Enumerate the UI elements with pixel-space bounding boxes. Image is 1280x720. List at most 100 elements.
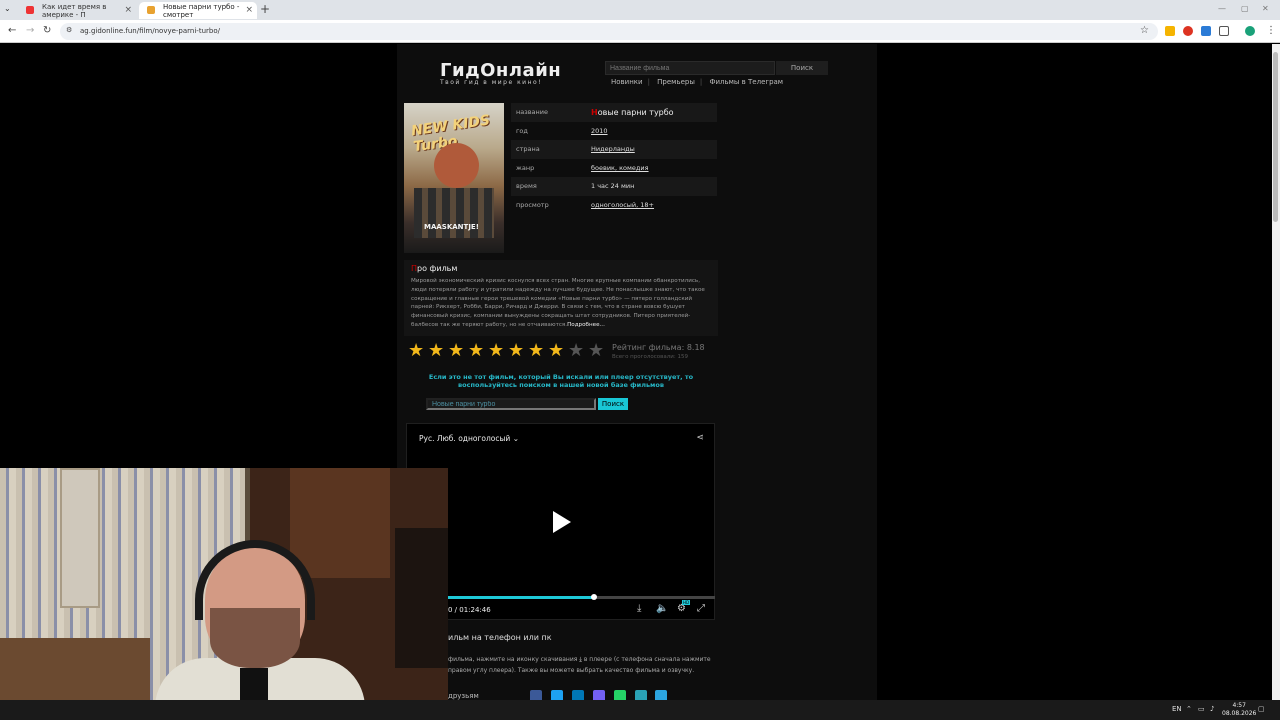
- tray-chevron-icon[interactable]: ⌃: [1186, 705, 1192, 713]
- minimize-icon[interactable]: —: [1218, 4, 1226, 13]
- extension-icon[interactable]: [1201, 26, 1211, 36]
- nav-new[interactable]: Новинки: [611, 78, 643, 86]
- star-icon[interactable]: ★: [588, 342, 608, 360]
- about-text: Мировой экономический кризис коснулся вс…: [411, 278, 705, 328]
- tab-label: Как идет время в америке - П: [42, 2, 107, 19]
- close-window-icon[interactable]: ✕: [1262, 4, 1269, 13]
- info-key: название: [516, 108, 548, 117]
- logo-text: ГидОнлайн: [440, 60, 562, 81]
- rating-stars[interactable]: ★ ★ ★ ★ ★ ★ ★ ★ ★ ★: [408, 342, 608, 360]
- about-heading: Про фильм: [411, 264, 458, 273]
- extensions-puzzle-icon[interactable]: [1219, 26, 1229, 36]
- progress-fill: [447, 596, 595, 599]
- star-icon[interactable]: ★: [408, 342, 428, 360]
- back-icon[interactable]: ←: [8, 25, 16, 36]
- viewing-links[interactable]: одноголосый, 18+: [591, 201, 654, 209]
- forward-icon[interactable]: →: [26, 25, 34, 36]
- download-text: фильма, нажмите на иконку скачивания ⤓ в…: [448, 656, 711, 674]
- fullscreen-icon[interactable]: ⤢: [697, 603, 705, 614]
- opera-icon[interactable]: [1183, 26, 1193, 36]
- menu-kebab-icon[interactable]: ⋮: [1266, 25, 1276, 36]
- tab-1[interactable]: Как идет время в америке - П ×: [18, 2, 136, 19]
- hd-badge: HD: [682, 600, 691, 605]
- tab-label: Новые парни турбо - смотрет: [163, 2, 240, 19]
- star-icon[interactable]: ★: [528, 342, 548, 360]
- site-info-icon[interactable]: ⚙: [66, 26, 72, 34]
- volume-tray-icon[interactable]: ♪: [1210, 705, 1214, 713]
- download-icon: ⤓: [579, 656, 582, 663]
- nav-telegram[interactable]: Фильмы в Телеграм: [709, 78, 783, 86]
- download-icon[interactable]: ⤓: [637, 603, 641, 614]
- info-key: время: [516, 182, 537, 191]
- notifications-icon[interactable]: ▢: [1258, 705, 1265, 713]
- info-row-viewing: просмотр одноголосый, 18+: [511, 196, 717, 215]
- network-icon[interactable]: ▭: [1198, 705, 1205, 713]
- progress-bar[interactable]: [447, 594, 715, 600]
- country-link[interactable]: Нидерланды: [591, 145, 635, 153]
- info-key: страна: [516, 145, 540, 154]
- info-row-country: страна Нидерланды: [511, 140, 717, 159]
- tab-favicon: [147, 6, 155, 14]
- rating-label: Рейтинг фильма: 8.18: [612, 343, 705, 352]
- site-search-input[interactable]: [605, 61, 775, 75]
- info-row-duration: время 1 час 24 мин: [511, 177, 717, 196]
- language-indicator[interactable]: EN: [1172, 705, 1182, 713]
- share-label: друзьям: [448, 692, 479, 700]
- read-more-link[interactable]: Подробнее...: [567, 322, 605, 328]
- play-icon[interactable]: [553, 511, 571, 533]
- tab-bar: ⌄ Как идет время в америке - П × Новые п…: [0, 0, 1280, 20]
- webcam-overlay: [0, 468, 448, 720]
- star-icon[interactable]: ★: [428, 342, 448, 360]
- tab-search-chevron-icon[interactable]: ⌄: [4, 4, 11, 13]
- star-icon[interactable]: ★: [488, 342, 508, 360]
- star-icon[interactable]: ★: [468, 342, 488, 360]
- close-tab-icon[interactable]: ×: [124, 5, 132, 15]
- profile-avatar[interactable]: [1245, 26, 1255, 36]
- rating-votes: Всего проголосовали: 159: [612, 354, 688, 360]
- tab-favicon: [26, 6, 34, 14]
- star-icon[interactable]: ★: [508, 342, 528, 360]
- webcam-cabinet-glass: [290, 468, 390, 578]
- info-row-title: название Новые парни турбо: [511, 103, 717, 122]
- reload-icon[interactable]: ↻: [43, 25, 51, 36]
- star-icon[interactable]: ★: [568, 342, 588, 360]
- webcam-shelf: [395, 528, 448, 668]
- new-tab-icon[interactable]: +: [260, 2, 270, 16]
- nav-premieres[interactable]: Премьеры: [657, 78, 695, 86]
- star-icon[interactable]: ★: [448, 342, 468, 360]
- video-player[interactable]: Рус. Люб. одноголосый ⌄ ⋖ 0 / 01:24:46 ⤓…: [406, 423, 715, 620]
- download-heading: ильм на телефон или пк: [448, 633, 552, 642]
- info-key: год: [516, 126, 528, 135]
- chevron-down-icon: ⌄: [512, 434, 519, 443]
- star-icon[interactable]: ★: [548, 342, 568, 360]
- address-bar: ← → ↻ ⚙ ag.gidonline.fun/film/novye-parn…: [0, 20, 1280, 43]
- tab-2-active[interactable]: Новые парни турбо - смотрет ×: [139, 2, 257, 19]
- taskbar: EN ⌃ ▭ ♪ 4:57 08.08.2026 ▢: [0, 700, 1280, 720]
- extension-icon[interactable]: [1165, 26, 1175, 36]
- site-search-button[interactable]: Поиск: [776, 61, 828, 75]
- webcam-door: [60, 468, 100, 608]
- site-logo[interactable]: ГидОнлайн Твой гид в мире кино!: [440, 60, 562, 86]
- year-link[interactable]: 2010: [591, 127, 608, 135]
- bookmark-star-icon[interactable]: ☆: [1140, 25, 1149, 36]
- maximize-icon[interactable]: ▢: [1241, 4, 1249, 13]
- url-text: ag.gidonline.fun/film/novye-parni-turbo/: [80, 27, 220, 35]
- volume-icon[interactable]: 🔈: [656, 603, 668, 614]
- genre-links[interactable]: боевик, комедия: [591, 164, 649, 172]
- film-search-button[interactable]: Поиск: [598, 398, 628, 410]
- info-key: жанр: [516, 163, 535, 172]
- page-scrollbar[interactable]: [1272, 44, 1280, 700]
- film-search-input[interactable]: [426, 398, 596, 410]
- share-icon[interactable]: ⋖: [696, 433, 704, 443]
- search-notice: Если это не тот фильм, который Вы искали…: [428, 373, 694, 389]
- poster-bottom-text: MAASKANTJE!: [424, 223, 479, 231]
- progress-knob[interactable]: [591, 594, 598, 600]
- duration-value: 1 час 24 мин: [591, 182, 635, 191]
- poster-explosion: [434, 143, 479, 188]
- audio-track-select[interactable]: Рус. Люб. одноголосый ⌄: [419, 434, 519, 443]
- scrollbar-thumb[interactable]: [1273, 52, 1278, 222]
- url-field[interactable]: ⚙ ag.gidonline.fun/film/novye-parni-turb…: [60, 23, 1158, 40]
- close-tab-icon[interactable]: ×: [245, 5, 253, 15]
- clock[interactable]: 4:57 08.08.2026: [1222, 702, 1256, 718]
- info-row-year: год 2010: [511, 122, 717, 141]
